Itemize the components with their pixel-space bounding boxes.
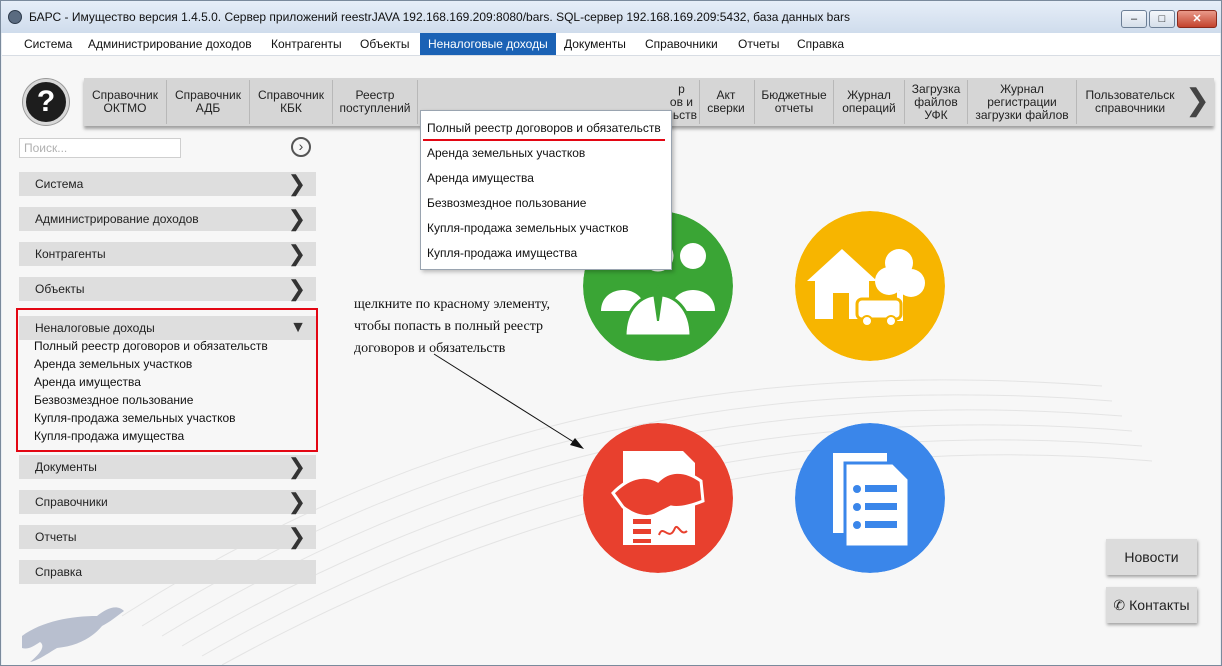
sidebar-item-label: Администрирование доходов	[35, 212, 199, 226]
objects-tile[interactable]	[795, 211, 945, 361]
tb-operations-log-button[interactable]: Журнал операций	[834, 80, 905, 124]
sidebar-item-label: Документы	[35, 460, 97, 474]
close-icon: ✕	[1192, 13, 1202, 25]
sidebar-item-documents[interactable]: Документы ❯	[19, 455, 316, 479]
tb-oktmo-button[interactable]: Справочник ОКТМО	[84, 80, 167, 124]
maximize-icon: □	[1158, 13, 1166, 25]
documents-icon	[833, 453, 911, 549]
chevron-right-icon: ❯	[287, 454, 306, 479]
close-button[interactable]: ✕	[1177, 10, 1217, 28]
sidebar-item-label: Контрагенты	[35, 247, 106, 261]
sidebar-item-contractors[interactable]: Контрагенты ❯	[19, 242, 316, 266]
tb-budget-reports-button[interactable]: Бюджетные отчеты	[755, 80, 834, 124]
menu-reports[interactable]: Отчеты	[730, 33, 787, 55]
chevron-right-icon: ❯	[287, 206, 306, 231]
sidebar-item-reports[interactable]: Отчеты ❯	[19, 525, 316, 549]
tb-upload-journal-button[interactable]: Журнал регистрации загрузки файлов	[968, 80, 1077, 124]
hint-line: щелкните по красному элементу,	[354, 297, 550, 312]
title-bar: БАРС - Имущество версия 1.4.5.0. Сервер …	[1, 1, 1221, 33]
chevron-right-icon: ❯	[287, 489, 306, 514]
dd-item-land-lease[interactable]: Аренда земельных участков	[427, 146, 585, 160]
menu-bar: Система Администрирование доходов Контра…	[2, 33, 1220, 56]
maximize-button[interactable]: □	[1149, 10, 1175, 28]
window-title: БАРС - Имущество версия 1.4.5.0. Сервер …	[29, 10, 851, 24]
tb-user-references-button[interactable]: Пользовательск справочники	[1077, 80, 1183, 124]
sidebar-item-references[interactable]: Справочники ❯	[19, 490, 316, 514]
menu-income-admin[interactable]: Администрирование доходов	[80, 33, 260, 55]
main-area: ? Справочник ОКТМО Справочник АДБ Справо…	[2, 56, 1220, 665]
sidebar-item-label: Система	[35, 177, 84, 191]
menu-objects[interactable]: Объекты	[352, 33, 418, 55]
menu-references[interactable]: Справочники	[637, 33, 726, 55]
sidebar-item-label: Отчеты	[35, 530, 77, 544]
menu-contractors[interactable]: Контрагенты	[263, 33, 350, 55]
tb-kbk-button[interactable]: Справочник КБК	[250, 80, 333, 124]
chevron-right-icon[interactable]: ❯	[1185, 86, 1210, 116]
chevron-right-icon: ❯	[287, 276, 306, 301]
hint-line: чтобы попасть в полный реестр	[354, 319, 543, 334]
dd-item-free-use[interactable]: Безвозмездное пользование	[427, 196, 586, 210]
search-go-icon[interactable]: ›	[291, 137, 311, 157]
sidebar-item-help[interactable]: Справка	[19, 560, 316, 584]
dd-item-full-register[interactable]: Полный реестр договоров и обязательств	[427, 121, 661, 135]
highlight-underline	[423, 139, 665, 141]
dd-item-land-sale[interactable]: Купля-продажа земельных участков	[427, 221, 629, 235]
sidebar-item-label: Справка	[35, 565, 83, 579]
tb-reconciliation-button[interactable]: Акт сверки	[698, 80, 755, 124]
nontax-income-dropdown: Полный реестр договоров и обязательств А…	[420, 110, 672, 270]
news-label: Новости	[1124, 549, 1179, 565]
tb-adb-button[interactable]: Справочник АДБ	[167, 80, 250, 124]
documents-tile[interactable]	[795, 423, 945, 573]
app-window: БАРС - Имущество версия 1.4.5.0. Сервер …	[0, 0, 1222, 666]
menu-system[interactable]: Система	[16, 33, 80, 55]
app-icon	[8, 10, 22, 24]
tb-receipts-register-button[interactable]: Реестр поступлений	[333, 80, 418, 124]
handshake-contract-icon	[611, 451, 705, 545]
contacts-label: Контакты	[1129, 597, 1190, 613]
menu-help[interactable]: Справка	[789, 33, 852, 55]
nontax-income-tile[interactable]	[583, 423, 733, 573]
menu-documents[interactable]: Документы	[556, 33, 634, 55]
minimize-icon: –	[1130, 13, 1138, 25]
sidebar-item-income-admin[interactable]: Администрирование доходов ❯	[19, 207, 316, 231]
chevron-right-icon: ❯	[287, 241, 306, 266]
news-button[interactable]: Новости	[1106, 539, 1197, 575]
minimize-button[interactable]: –	[1121, 10, 1147, 28]
sidebar-item-objects[interactable]: Объекты ❯	[19, 277, 316, 301]
sidebar-item-label: Справочники	[35, 495, 108, 509]
cheetah-logo	[22, 607, 124, 662]
search-input[interactable]	[19, 138, 181, 158]
tb-ufk-upload-button[interactable]: Загрузка файлов УФК	[905, 80, 968, 124]
highlight-frame	[16, 308, 318, 452]
chevron-right-icon: ❯	[287, 171, 306, 196]
dd-item-property-sale[interactable]: Купля-продажа имущества	[427, 246, 577, 260]
contacts-button[interactable]: ✆ Контакты	[1106, 587, 1197, 623]
dd-item-property-lease[interactable]: Аренда имущества	[427, 171, 534, 185]
hint-arrow	[433, 353, 584, 449]
sidebar-item-label: Объекты	[35, 282, 85, 296]
phone-icon: ✆	[1113, 597, 1126, 613]
sidebar-item-system[interactable]: Система ❯	[19, 172, 316, 196]
chevron-right-icon: ❯	[287, 524, 306, 549]
menu-nontax-income[interactable]: Неналоговые доходы	[420, 33, 556, 55]
help-button[interactable]: ?	[23, 79, 69, 125]
